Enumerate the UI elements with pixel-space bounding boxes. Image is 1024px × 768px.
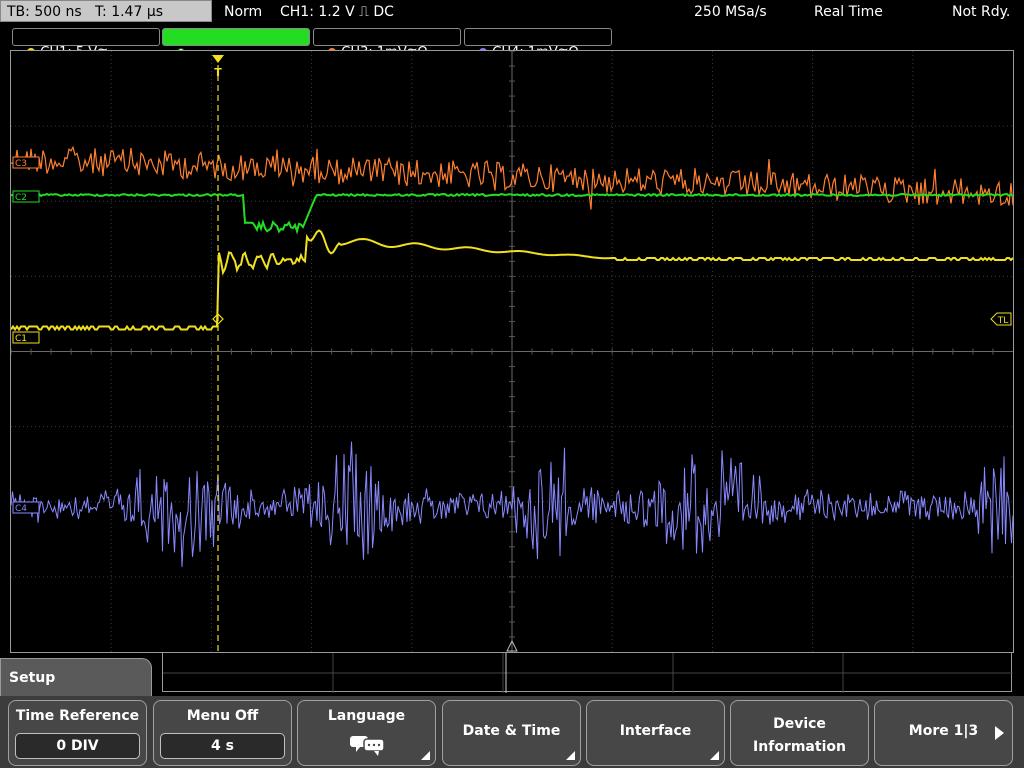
submenu-indicator-icon <box>710 751 719 760</box>
channel-tab-ch1[interactable]: CH1: 5 V≅ <box>12 28 160 60</box>
channel-tab-ch2[interactable]: CH2: 20 mV≅Ω <box>162 28 310 60</box>
zoom-overview-bar <box>162 652 1013 693</box>
ch2-offset-marker[interactable]: C2 <box>12 190 40 203</box>
trigger-position-marker[interactable]: T <box>212 55 224 79</box>
next-page-arrow-icon <box>995 726 1004 740</box>
trigger-info[interactable]: CH1: 1.2 V ⎍ DC <box>280 0 394 24</box>
channel-tab-ch4[interactable]: CH4: 1mV≅Ω <box>464 28 612 60</box>
ch1-marker-label: C1 <box>15 334 27 344</box>
ch2-marker-label: C2 <box>15 193 27 203</box>
date-time-softkey[interactable]: Date & Time <box>442 700 581 766</box>
language-softkey[interactable]: Language <box>297 700 436 766</box>
trigger-marker-label: T <box>214 66 222 79</box>
submenu-indicator-icon <box>566 751 575 760</box>
waveform-display[interactable]: T TL C1 C2 C3 C4 <box>10 50 1014 653</box>
device-information-label: Device Information <box>731 713 868 759</box>
graticule <box>11 51 1013 652</box>
menu-off-value: 4 s <box>160 733 285 759</box>
time-reference-label: Time Reference <box>15 708 140 724</box>
tl-label: TL <box>997 316 1009 326</box>
menu-off-softkey[interactable]: Menu Off 4 s <box>153 700 292 766</box>
ch3-offset-marker[interactable]: C3 <box>12 156 40 169</box>
acquisition-status: Not Rdy. <box>952 4 1011 20</box>
device-information-line2: Information <box>753 739 846 755</box>
channel-tab-ch3[interactable]: CH3: 1mV≅Ω <box>313 28 461 60</box>
ch1-offset-marker[interactable]: C1 <box>12 331 40 344</box>
sample-rate: 250 MSa/s <box>694 4 767 20</box>
device-information-line1: Device <box>773 716 826 732</box>
ch4-marker-label: C4 <box>15 504 27 514</box>
ch3-marker-label: C3 <box>15 159 27 169</box>
trigger-mode[interactable]: Norm <box>224 0 262 24</box>
date-time-label: Date & Time <box>462 723 561 739</box>
language-label: Language <box>327 708 406 724</box>
more-softkey[interactable]: More 1|3 <box>874 700 1013 766</box>
trigger-level-marker[interactable]: TL <box>990 312 1012 326</box>
menu-title-tab: Setup <box>0 658 152 696</box>
submenu-indicator-icon <box>421 751 430 760</box>
speech-bubbles-icon <box>350 736 385 756</box>
interface-softkey[interactable]: Interface <box>586 700 725 766</box>
device-information-softkey[interactable]: Device Information <box>730 700 869 766</box>
acquisition-mode: Real Time <box>814 4 883 20</box>
more-label: More 1|3 <box>908 723 979 739</box>
interface-label: Interface <box>619 723 692 739</box>
menu-off-label: Menu Off <box>186 708 259 724</box>
time-reference-value: 0 DIV <box>15 733 140 759</box>
timebase-readout[interactable]: TB: 500 ns T: 1.47 µs <box>0 0 212 22</box>
waveform-canvas: T TL C1 C2 C3 C4 <box>11 51 1013 652</box>
status-bar: TB: 500 ns T: 1.47 µs Norm CH1: 1.2 V ⎍ … <box>0 0 1024 24</box>
ch4-offset-marker[interactable]: C4 <box>12 501 40 514</box>
time-reference-softkey[interactable]: Time Reference 0 DIV <box>8 700 147 766</box>
